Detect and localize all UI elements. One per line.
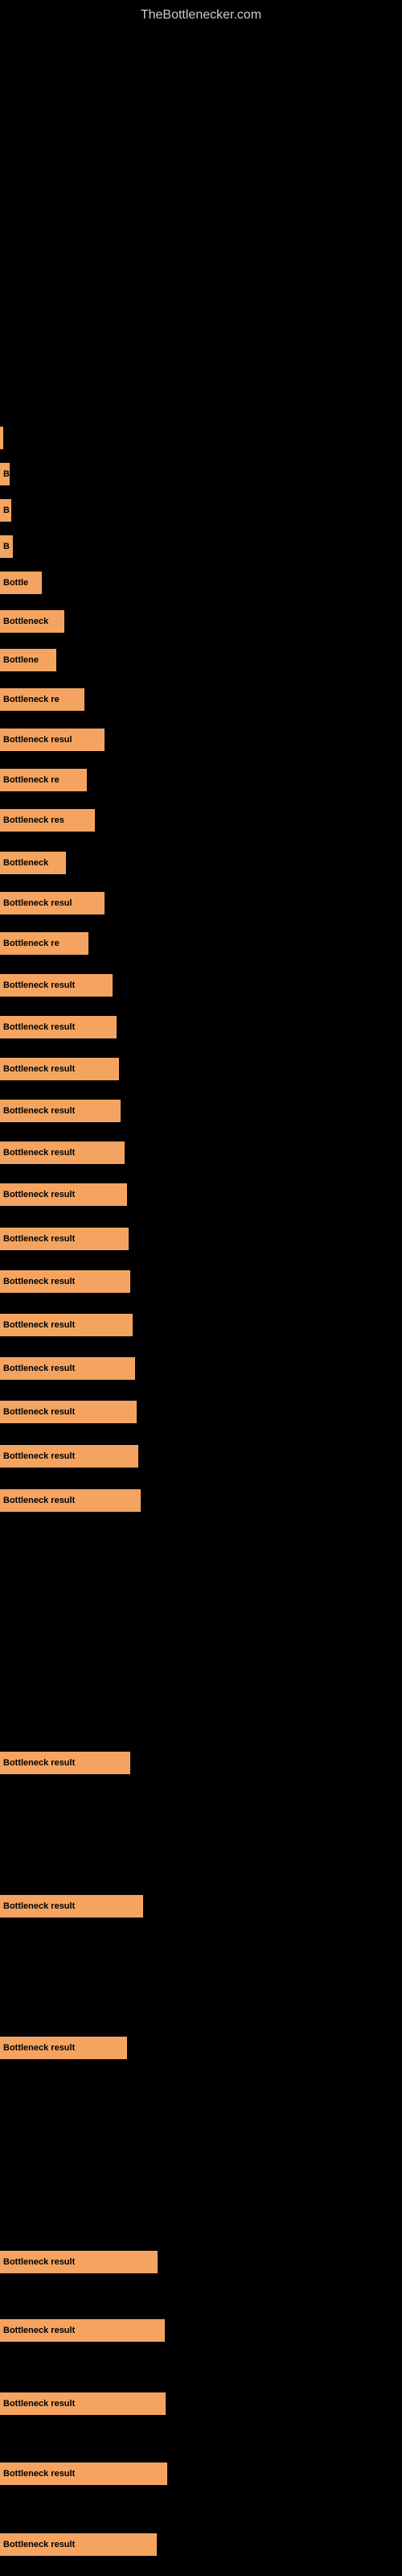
bar-row: B <box>0 499 402 522</box>
bottleneck-bar: Bottleneck result <box>0 1141 125 1164</box>
bottleneck-bar: Bottleneck result <box>0 2392 166 2415</box>
bottleneck-bar: B <box>0 499 11 522</box>
bottleneck-bar: Bottleneck result <box>0 1058 119 1080</box>
bar-row: Bottleneck result <box>0 1357 402 1380</box>
bar-row: Bottleneck resul <box>0 729 402 751</box>
bar-row: Bottleneck <box>0 610 402 633</box>
bottleneck-bar: Bottleneck result <box>0 1445 138 1468</box>
bottleneck-bar: Bottleneck result <box>0 2037 127 2059</box>
bar-row <box>0 427 402 449</box>
bottleneck-bar: Bottleneck <box>0 852 66 874</box>
bar-row: Bottleneck res <box>0 809 402 832</box>
bar-row: Bottleneck result <box>0 1489 402 1512</box>
bottleneck-bar: Bottleneck re <box>0 932 88 955</box>
bottleneck-bar: Bottleneck result <box>0 1183 127 1206</box>
bar-row: Bottleneck result <box>0 2319 402 2342</box>
bottleneck-bar: Bottleneck result <box>0 1401 137 1423</box>
bar-row: Bottleneck result <box>0 1401 402 1423</box>
site-title: TheBottlenecker.com <box>0 0 402 31</box>
bar-row: Bottleneck resul <box>0 892 402 914</box>
bar-row: Bottleneck result <box>0 1183 402 1206</box>
bar-row: Bottleneck re <box>0 932 402 955</box>
bottleneck-bar: Bottleneck res <box>0 809 95 832</box>
bottleneck-bar: Bottleneck result <box>0 1357 135 1380</box>
bar-row: Bottleneck result <box>0 1100 402 1122</box>
bar-row: Bottleneck result <box>0 1445 402 1468</box>
bottleneck-bar: B <box>0 463 10 485</box>
bar-row: Bottlene <box>0 649 402 671</box>
bar-row: B <box>0 463 402 485</box>
bottleneck-bar: Bottleneck result <box>0 2251 158 2273</box>
bottleneck-bar: Bottleneck result <box>0 1100 121 1122</box>
bar-row: Bottleneck result <box>0 2392 402 2415</box>
bar-row: Bottleneck result <box>0 974 402 997</box>
bar-row: B <box>0 535 402 558</box>
bar-row: Bottleneck result <box>0 2251 402 2273</box>
bottleneck-bar: Bottleneck result <box>0 1752 130 1774</box>
bottleneck-bar: Bottleneck re <box>0 688 84 711</box>
bottleneck-bar: Bottle <box>0 572 42 594</box>
bottleneck-bar: B <box>0 535 13 558</box>
bottleneck-bar: Bottleneck result <box>0 1895 143 1918</box>
bar-row: Bottleneck re <box>0 769 402 791</box>
bottleneck-bar: Bottleneck result <box>0 2462 167 2485</box>
bar-row: Bottleneck result <box>0 1270 402 1293</box>
bottleneck-bar: Bottleneck result <box>0 1270 130 1293</box>
bottleneck-bar: Bottlene <box>0 649 56 671</box>
bottleneck-bar: Bottleneck result <box>0 1489 141 1512</box>
bar-row: Bottleneck result <box>0 1228 402 1250</box>
bar-row: Bottleneck result <box>0 1141 402 1164</box>
bottleneck-bar: Bottleneck re <box>0 769 87 791</box>
bar-row: Bottleneck result <box>0 2037 402 2059</box>
bottleneck-bar: Bottleneck result <box>0 1228 129 1250</box>
bar-row: Bottleneck re <box>0 688 402 711</box>
bar-row: Bottleneck result <box>0 1058 402 1080</box>
bottleneck-bar: Bottleneck result <box>0 2319 165 2342</box>
bottleneck-bar: Bottleneck resul <box>0 729 105 751</box>
bottleneck-bar: Bottleneck result <box>0 1016 117 1038</box>
bar-row: Bottleneck result <box>0 2533 402 2556</box>
bar-row: Bottleneck result <box>0 1016 402 1038</box>
bar-row: Bottleneck result <box>0 1752 402 1774</box>
bottleneck-bar: Bottleneck resul <box>0 892 105 914</box>
bottleneck-bar: Bottleneck <box>0 610 64 633</box>
bar-row: Bottleneck result <box>0 2462 402 2485</box>
bar-row: Bottleneck result <box>0 1895 402 1918</box>
bottleneck-bar: Bottleneck result <box>0 2533 157 2556</box>
bar-row: Bottleneck result <box>0 1314 402 1336</box>
bar-row: Bottleneck <box>0 852 402 874</box>
bottleneck-bar: Bottleneck result <box>0 974 113 997</box>
bottleneck-bar <box>0 427 3 449</box>
bar-row: Bottle <box>0 572 402 594</box>
bottleneck-bar: Bottleneck result <box>0 1314 133 1336</box>
